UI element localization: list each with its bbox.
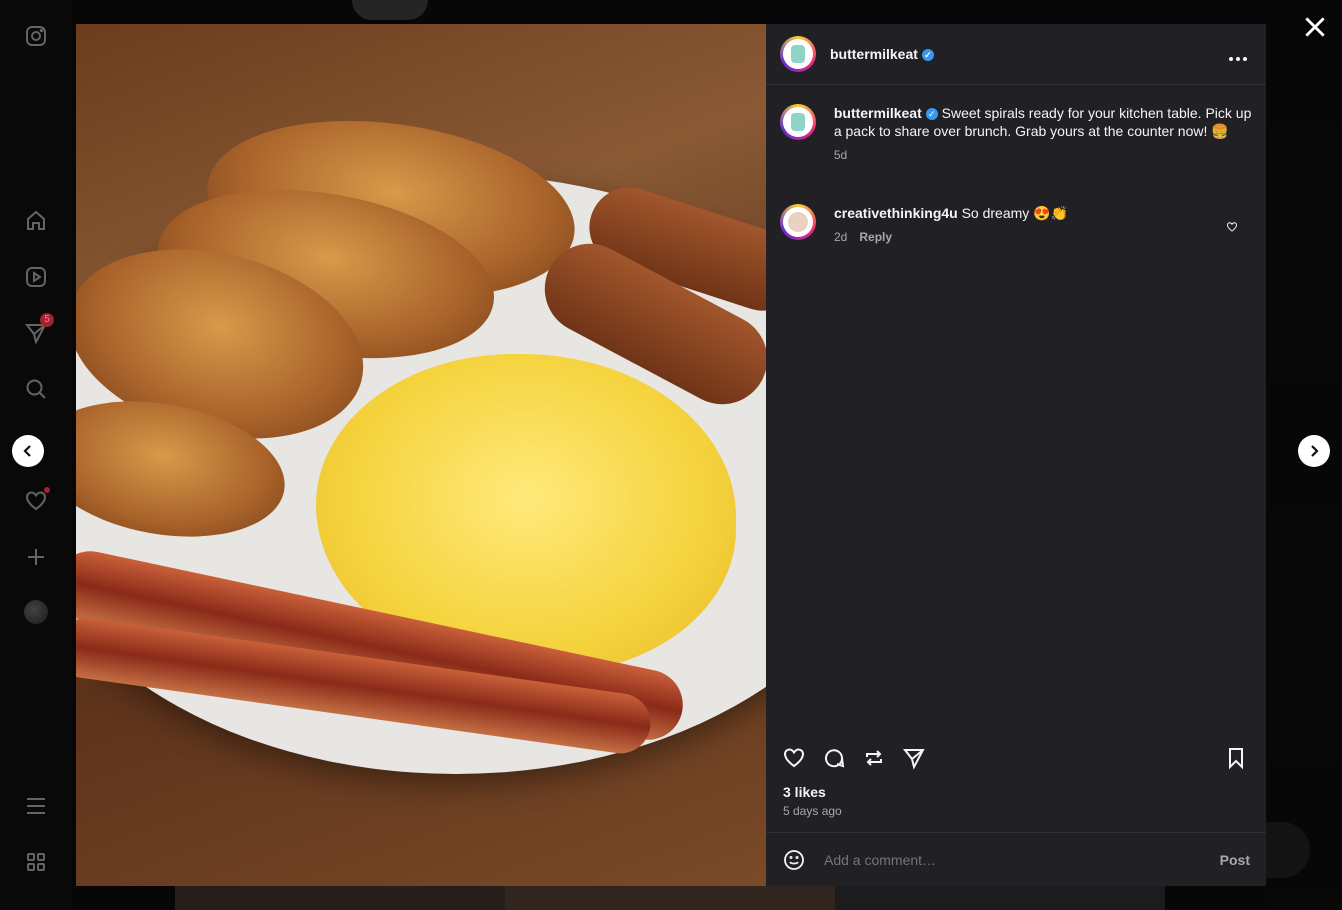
verified-icon: ✓ (925, 108, 938, 121)
add-comment-bar: Post (766, 832, 1266, 887)
previous-post-button[interactable] (12, 435, 44, 467)
comment-like-icon[interactable] (1226, 220, 1238, 238)
author-handle[interactable]: buttermilkeat ✓ (830, 46, 934, 62)
commenter-avatar[interactable] (780, 204, 816, 240)
close-icon[interactable] (1302, 14, 1328, 40)
author-avatar[interactable] (780, 36, 816, 72)
likes-count[interactable]: 3 likes (783, 784, 826, 800)
caption-author[interactable]: buttermilkeat (834, 105, 922, 121)
caption: buttermilkeat ✓ Sweet spirals ready for y… (780, 104, 1252, 164)
more-options-icon[interactable] (1227, 48, 1248, 66)
like-icon[interactable] (782, 746, 808, 772)
comment-time[interactable]: 2d (834, 230, 847, 244)
next-post-button[interactable] (1298, 435, 1330, 467)
share-icon[interactable] (902, 746, 928, 772)
chevron-right-icon (1311, 445, 1319, 457)
commenter-handle[interactable]: creativethinking4u (834, 205, 958, 221)
repost-icon[interactable] (862, 746, 888, 772)
reply-button[interactable]: Reply (859, 230, 892, 244)
post-modal: buttermilkeat ✓ buttermilkeat ✓ Sweet spir… (76, 24, 1266, 886)
post-image[interactable] (76, 24, 766, 886)
comment-icon[interactable] (822, 746, 848, 772)
post-comment-button[interactable]: Post (1220, 852, 1250, 868)
post-timestamp[interactable]: 5 days ago (783, 804, 842, 818)
verified-icon: ✓ (921, 49, 934, 62)
caption-avatar[interactable] (780, 104, 816, 140)
post-details-panel: buttermilkeat ✓ buttermilkeat ✓ Sweet spir… (766, 24, 1266, 886)
caption-time[interactable]: 5d (834, 148, 847, 162)
comment-text: So dreamy 😍👏 (961, 205, 1069, 221)
post-actions (782, 744, 1250, 774)
comment-input[interactable] (822, 851, 1220, 869)
chevron-left-icon (23, 445, 31, 457)
post-header: buttermilkeat ✓ (766, 24, 1266, 85)
comment-item: creativethinking4u So dreamy 😍👏 2d Reply (780, 204, 1252, 246)
emoji-icon[interactable] (782, 848, 806, 872)
bookmark-icon[interactable] (1224, 746, 1250, 772)
